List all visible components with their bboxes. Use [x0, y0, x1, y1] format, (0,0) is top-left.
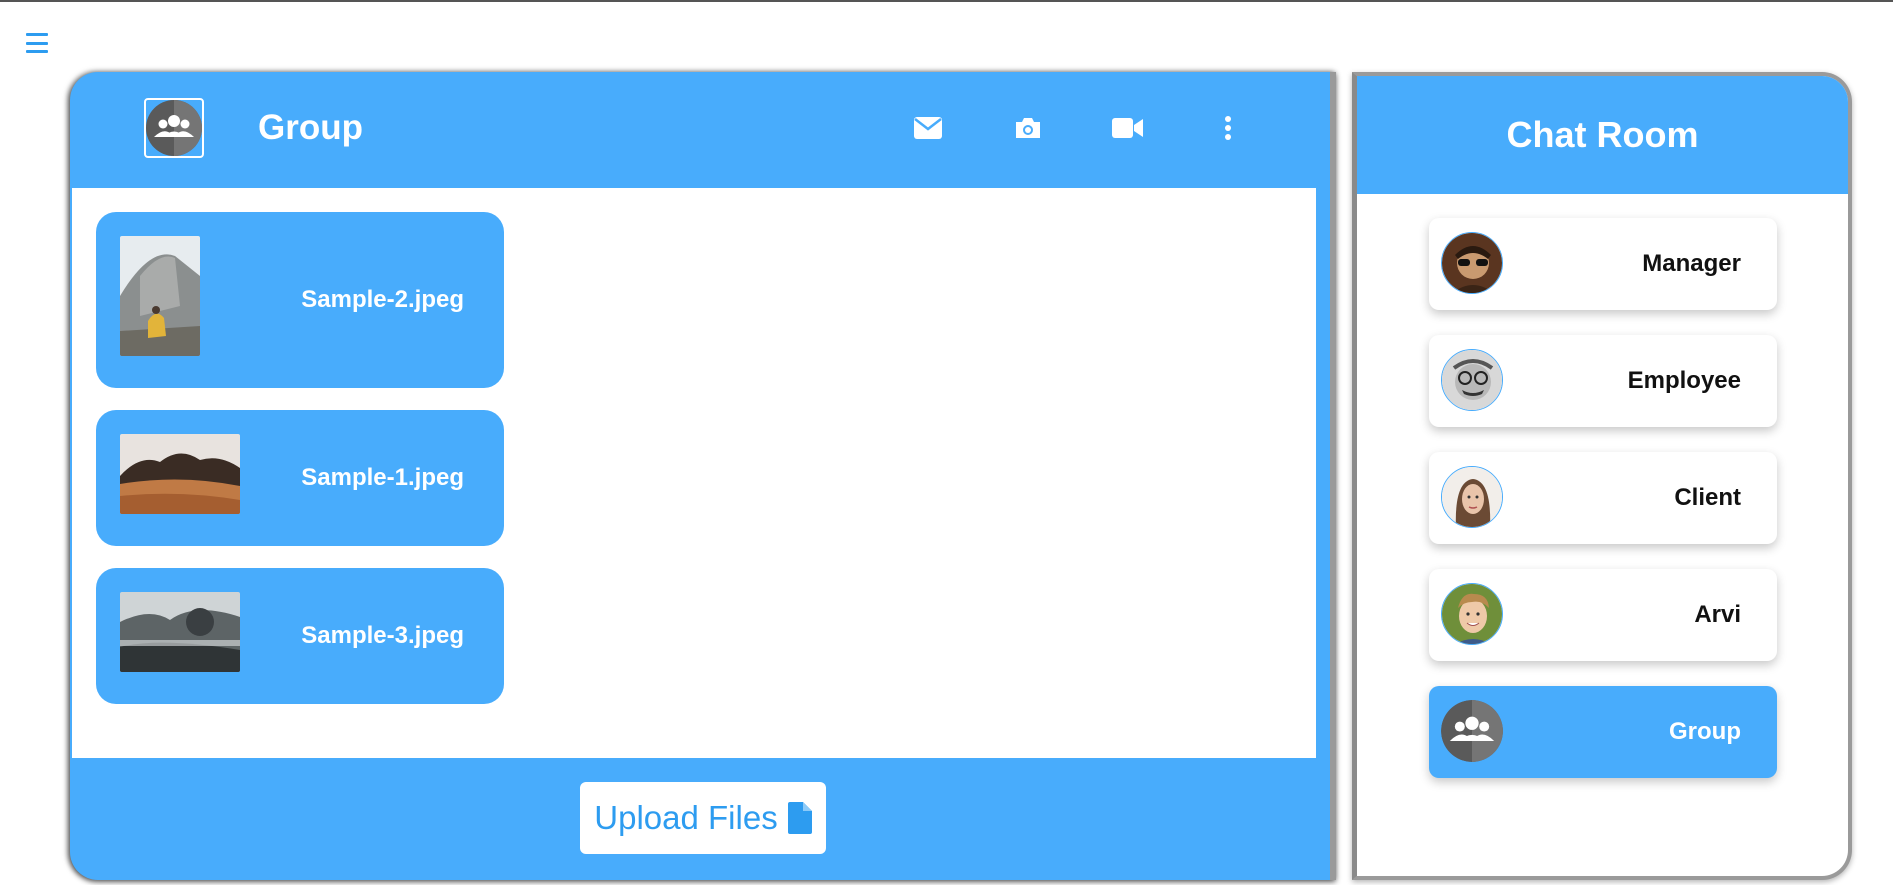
video-camera-icon[interactable]: [1112, 112, 1144, 144]
file-icon: [787, 802, 812, 834]
client-avatar: [1441, 466, 1503, 528]
mail-icon[interactable]: [912, 112, 944, 144]
group-avatar-icon: [1441, 700, 1503, 762]
contact-item-client[interactable]: Client: [1429, 452, 1777, 544]
chat-room-title: Chat Room: [1506, 114, 1699, 155]
contact-item-employee[interactable]: Employee: [1429, 335, 1777, 427]
contact-name: Manager: [1642, 250, 1741, 277]
file-thumbnail: [120, 592, 240, 672]
group-avatar-icon[interactable]: [144, 98, 204, 158]
employee-avatar: [1441, 349, 1503, 411]
manager-avatar: [1441, 232, 1503, 294]
file-card[interactable]: Sample-3.jpeg: [96, 568, 504, 704]
contact-name: Group: [1669, 718, 1741, 745]
group-chat-panel: Group Sample-2.jpeg Sample-1.jpeg Sample…: [70, 72, 1336, 880]
contact-item-arvi[interactable]: Arvi: [1429, 569, 1777, 661]
file-card[interactable]: Sample-2.jpeg: [96, 212, 504, 388]
shared-files-area: Sample-2.jpeg Sample-1.jpeg Sample-3.jpe…: [72, 188, 1316, 758]
chat-title: Group: [258, 108, 363, 147]
upload-files-button[interactable]: Upload Files: [580, 782, 826, 854]
chat-room-panel: Chat Room Manager Employee Client Arvi G…: [1352, 72, 1852, 880]
file-name: Sample-1.jpeg: [301, 464, 464, 491]
top-border: [0, 0, 1893, 2]
file-thumbnail: [120, 434, 240, 514]
hamburger-menu-icon[interactable]: [26, 30, 52, 56]
contact-name: Arvi: [1694, 601, 1741, 628]
contact-name: Employee: [1627, 367, 1741, 394]
chat-room-header: Chat Room: [1357, 76, 1848, 194]
file-card[interactable]: Sample-1.jpeg: [96, 410, 504, 546]
arvi-avatar: [1441, 583, 1503, 645]
contact-item-manager[interactable]: Manager: [1429, 218, 1777, 310]
file-name: Sample-2.jpeg: [301, 286, 464, 313]
camera-icon[interactable]: [1012, 112, 1044, 144]
more-vertical-icon[interactable]: [1212, 112, 1244, 144]
group-header: Group: [70, 72, 1330, 188]
upload-button-label: Upload Files: [594, 799, 778, 836]
file-name: Sample-3.jpeg: [301, 622, 464, 649]
file-thumbnail: [120, 236, 200, 356]
contact-item-group[interactable]: Group: [1429, 686, 1777, 778]
contact-name: Client: [1674, 484, 1741, 511]
